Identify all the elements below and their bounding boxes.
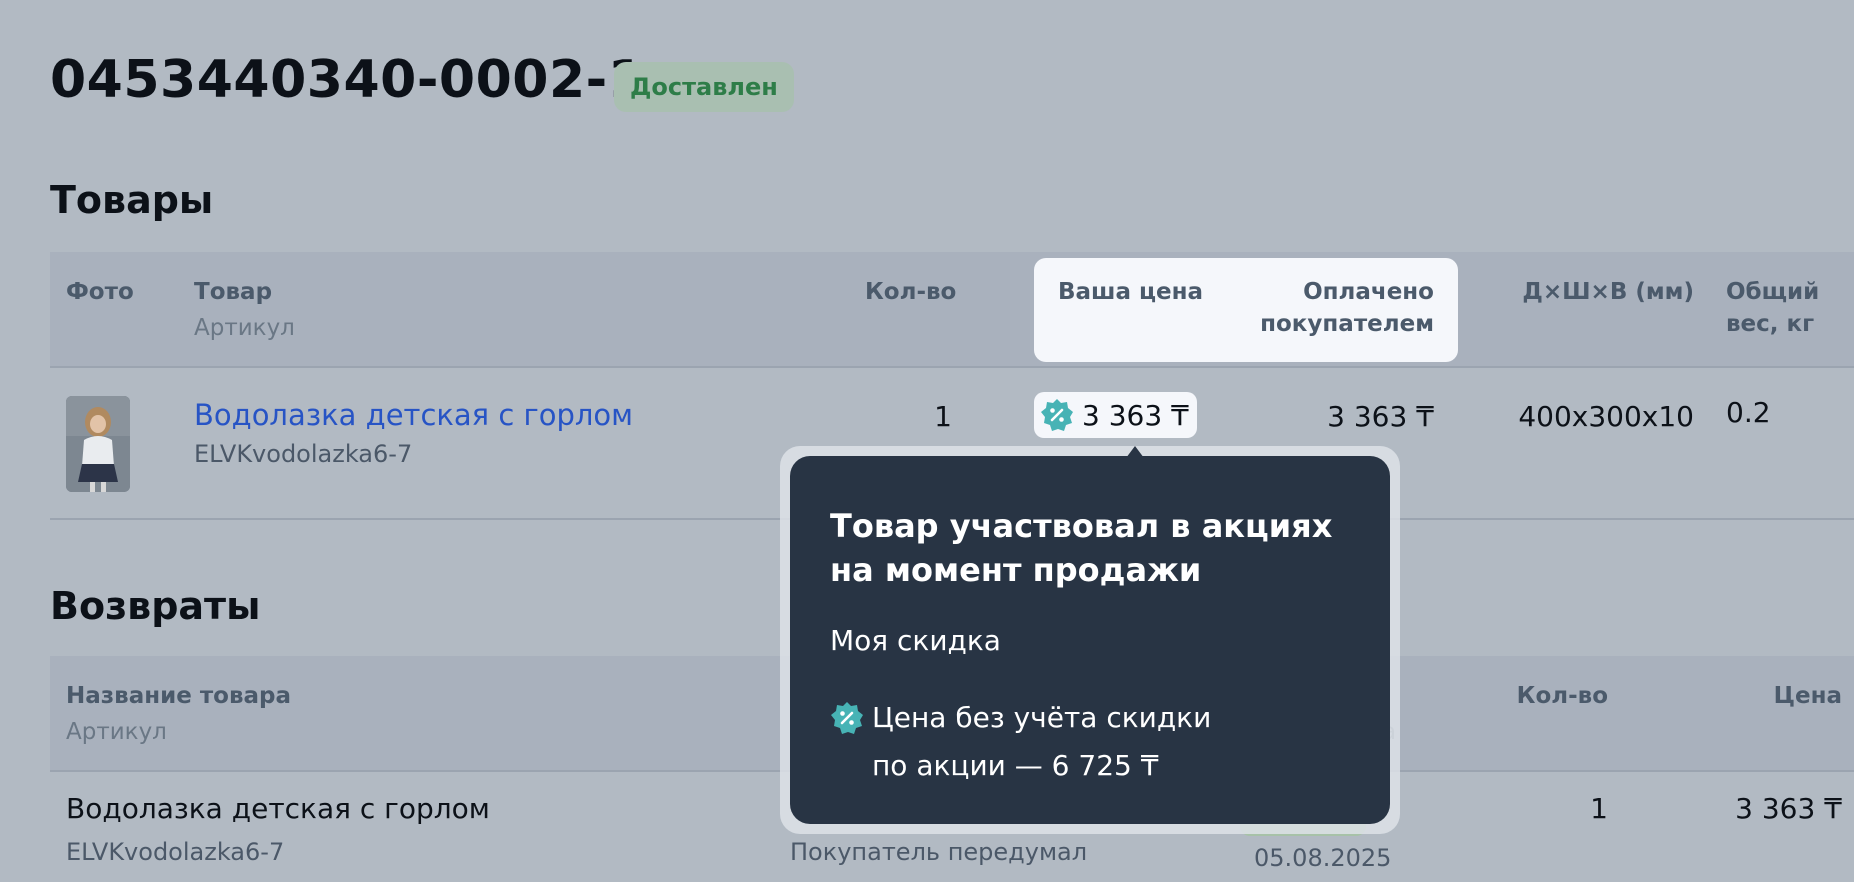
return-date: 05.08.2025 [1254,844,1392,872]
returns-col-qty: Кол-во [1516,683,1608,709]
col-weight-line1: Общий [1726,279,1820,305]
tooltip-my-discount: Моя скидка [830,624,1001,657]
return-price: 3 363 ₸ [1735,792,1842,825]
status-badge: Доставлен [614,62,794,112]
returns-col-name: Название товара [66,683,292,709]
return-product-sku: ELVKvodolazka6-7 [66,838,285,866]
tooltip-title: Товар участвовал в акциях на момент прод… [830,507,1333,589]
returns-col-sku: Артикул [66,719,167,745]
returns-col-price: Цена [1773,683,1842,709]
return-reason: Покупатель передумал [790,838,1088,866]
your-price-value: 3 363 ₸ [1082,398,1189,432]
product-sku: ELVKvodolazka6-7 [194,440,413,468]
return-qty: 1 [1590,792,1608,825]
dims-value: 400x300x10 [1518,400,1694,433]
product-photo[interactable] [66,396,130,492]
weight-value: 0.2 [1726,396,1771,429]
your-price-chip[interactable]: 3 363 ₸ [1034,392,1197,438]
tooltip-promo-text: Цена без учёта скидки по акции — 6 725 ₸ [872,701,1212,782]
product-link[interactable]: Водолазка детская с горлом [194,398,633,432]
header-divider [50,366,1854,368]
promo-tooltip: Товар участвовал в акциях на момент прод… [790,456,1390,824]
col-paid-line2: покупателем [1260,311,1434,337]
paid-value: 3 363 ₸ [1327,400,1434,433]
col-weight-line2: вес, кг [1726,311,1815,337]
tooltip-promo: Цена без учёта скидки по акции — 6 725 ₸ [830,694,1252,790]
col-paid-line1: Оплачено [1303,279,1434,305]
percent-badge-icon [831,702,863,734]
col-qty: Кол-во [865,279,957,305]
order-number: 0453440340-0002-1 [50,50,645,110]
col-dims: Д×Ш×В (мм) [1522,279,1694,305]
col-photo: Фото [66,279,134,305]
products-section-title: Товары [50,178,214,222]
percent-badge-icon [1041,399,1073,431]
returns-section-title: Возвраты [50,584,261,628]
product-qty: 1 [934,400,952,433]
col-product: Товар [194,279,273,305]
col-sku: Артикул [194,315,295,341]
return-product-name: Водолазка детская с горлом [66,792,490,825]
col-your-price: Ваша цена [1058,279,1204,305]
